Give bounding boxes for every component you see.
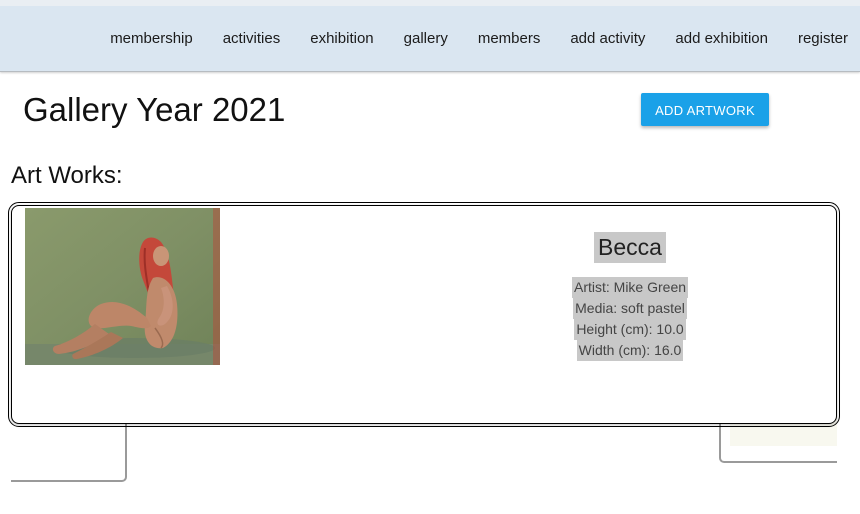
art-works-heading: Art Works: [11,162,123,189]
nav-link-activities[interactable]: activities [223,30,281,48]
artwork-details: Becca Artist: Mike Green Media: soft pas… [530,228,730,361]
page-title: Gallery Year 2021 [23,91,286,128]
nav-link-membership[interactable]: membership [110,30,193,48]
top-navbar: membership activities exhibition gallery… [0,0,860,72]
nav-link-members[interactable]: members [478,30,541,48]
nav-menu: membership activities exhibition gallery… [110,30,860,48]
artwork-image[interactable] [25,208,220,365]
nav-link-gallery[interactable]: gallery [404,30,448,48]
artwork-card[interactable]: Becca Artist: Mike Green Media: soft pas… [8,202,840,427]
artwork-media: Media: soft pastel [573,298,687,319]
add-artwork-button[interactable]: ADD ARTWORK [641,93,769,126]
nav-link-exhibition[interactable]: exhibition [310,30,373,48]
artwork-title: Becca [594,232,666,263]
nav-link-add-exhibition[interactable]: add exhibition [675,30,768,48]
artwork-width: Width (cm): 16.0 [576,340,684,361]
nav-link-add-activity[interactable]: add activity [570,30,645,48]
artwork-height: Height (cm): 10.0 [574,319,686,340]
nav-link-register[interactable]: register [798,30,848,48]
artwork-artist: Artist: Mike Green [571,277,689,298]
